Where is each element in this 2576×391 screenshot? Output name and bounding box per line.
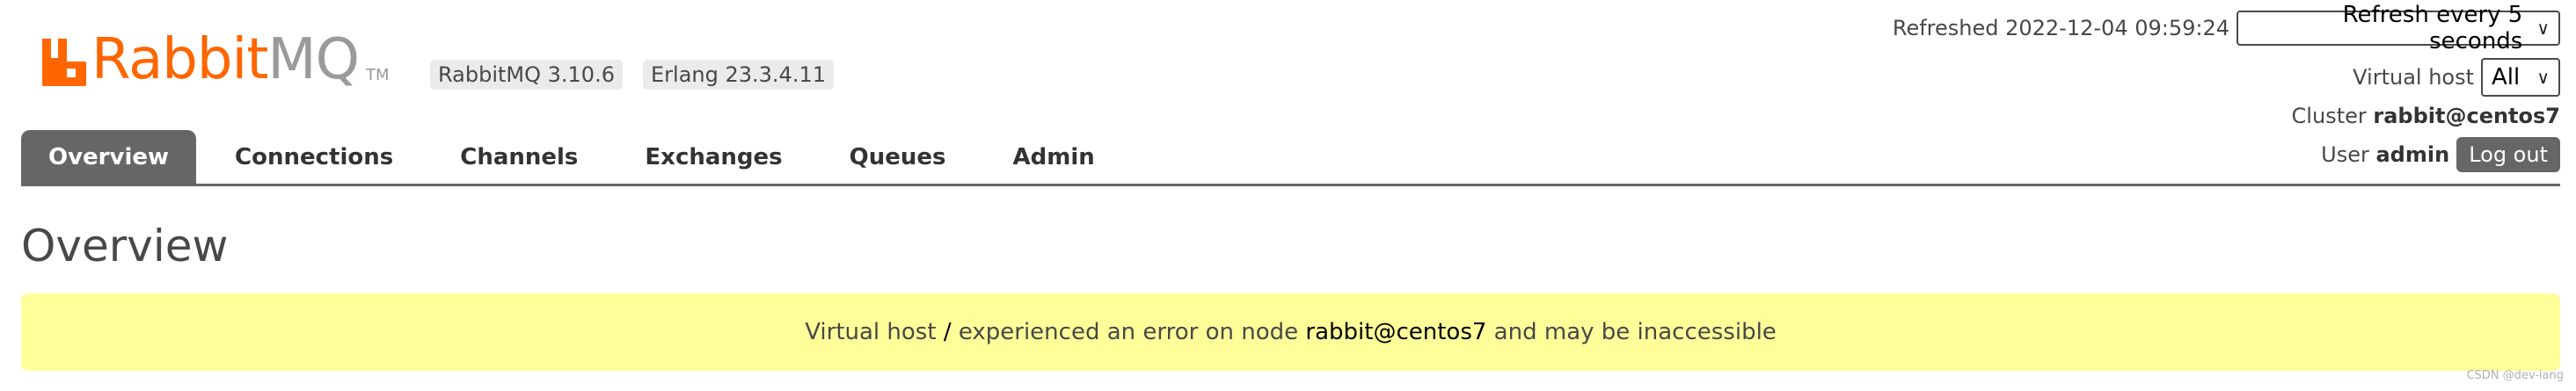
page-title: Overview — [21, 221, 229, 272]
cluster-label: Cluster — [2291, 104, 2367, 128]
warning-text-prefix: Virtual host — [805, 319, 944, 345]
tab-overview[interactable]: Overview — [21, 130, 197, 185]
rabbitmq-logo-icon — [42, 39, 86, 86]
tab-connections[interactable]: Connections — [196, 130, 427, 185]
refresh-interval-value: Refresh every 5 seconds — [2342, 2, 2523, 54]
logo-text-mq: MQ — [267, 27, 360, 92]
virtual-host-value: All — [2492, 64, 2521, 91]
virtual-host-select[interactable]: All ∨ — [2481, 58, 2560, 97]
user-name: admin — [2375, 142, 2450, 167]
logo-trademark: TM — [366, 66, 390, 84]
tab-exchanges[interactable]: Exchanges — [611, 130, 815, 185]
tab-channels[interactable]: Channels — [427, 130, 611, 185]
warning-text-suffix: and may be inaccessible — [1486, 319, 1777, 345]
user-label: User — [2321, 142, 2369, 167]
chevron-down-icon: ∨ — [2536, 18, 2550, 39]
cluster-row: Cluster rabbit@centos7 — [1893, 98, 2560, 134]
refresh-row: Refreshed 2022-12-04 09:59:24 Refresh ev… — [1892, 2, 2560, 54]
cluster-name: rabbit@centos7 — [2373, 104, 2560, 128]
erlang-version-badge: Erlang 23.3.4.11 — [643, 60, 834, 90]
virtual-host-row: Virtual host All ∨ — [1893, 56, 2560, 98]
rabbitmq-logo[interactable]: Rabbit MQ TM — [40, 26, 390, 88]
virtual-host-label: Virtual host — [2353, 65, 2474, 90]
main-nav-tabs: Overview Connections Channels Exchanges … — [21, 130, 1128, 185]
vhost-error-warning: Virtual host / experienced an error on n… — [21, 293, 2560, 371]
logout-button[interactable]: Log out — [2456, 137, 2560, 172]
user-row: User admin Log out — [1893, 135, 2560, 174]
warning-vhost-name: / — [943, 319, 952, 345]
chevron-down-icon: ∨ — [2536, 67, 2550, 88]
refreshed-timestamp: Refreshed 2022-12-04 09:59:24 — [1892, 16, 2229, 40]
refresh-interval-select[interactable]: Refresh every 5 seconds ∨ — [2237, 2, 2560, 54]
tabs-divider — [21, 184, 2560, 186]
header-status: Refreshed 2022-12-04 09:59:24 Refresh ev… — [1892, 2, 2560, 174]
warning-text-middle: experienced an error on node — [951, 319, 1306, 345]
logo-text-rabbit: Rabbit — [91, 27, 268, 92]
tab-queues[interactable]: Queues — [816, 130, 980, 185]
watermark: CSDN @dev-lang — [2466, 369, 2564, 382]
rabbitmq-version-badge: RabbitMQ 3.10.6 — [430, 60, 623, 90]
tab-admin[interactable]: Admin — [980, 130, 1128, 185]
rabbitmq-management-page: Rabbit MQ TM RabbitMQ 3.10.6 Erlang 23.3.4… — [0, 0, 2576, 391]
warning-node-name: rabbit@centos7 — [1305, 319, 1487, 345]
